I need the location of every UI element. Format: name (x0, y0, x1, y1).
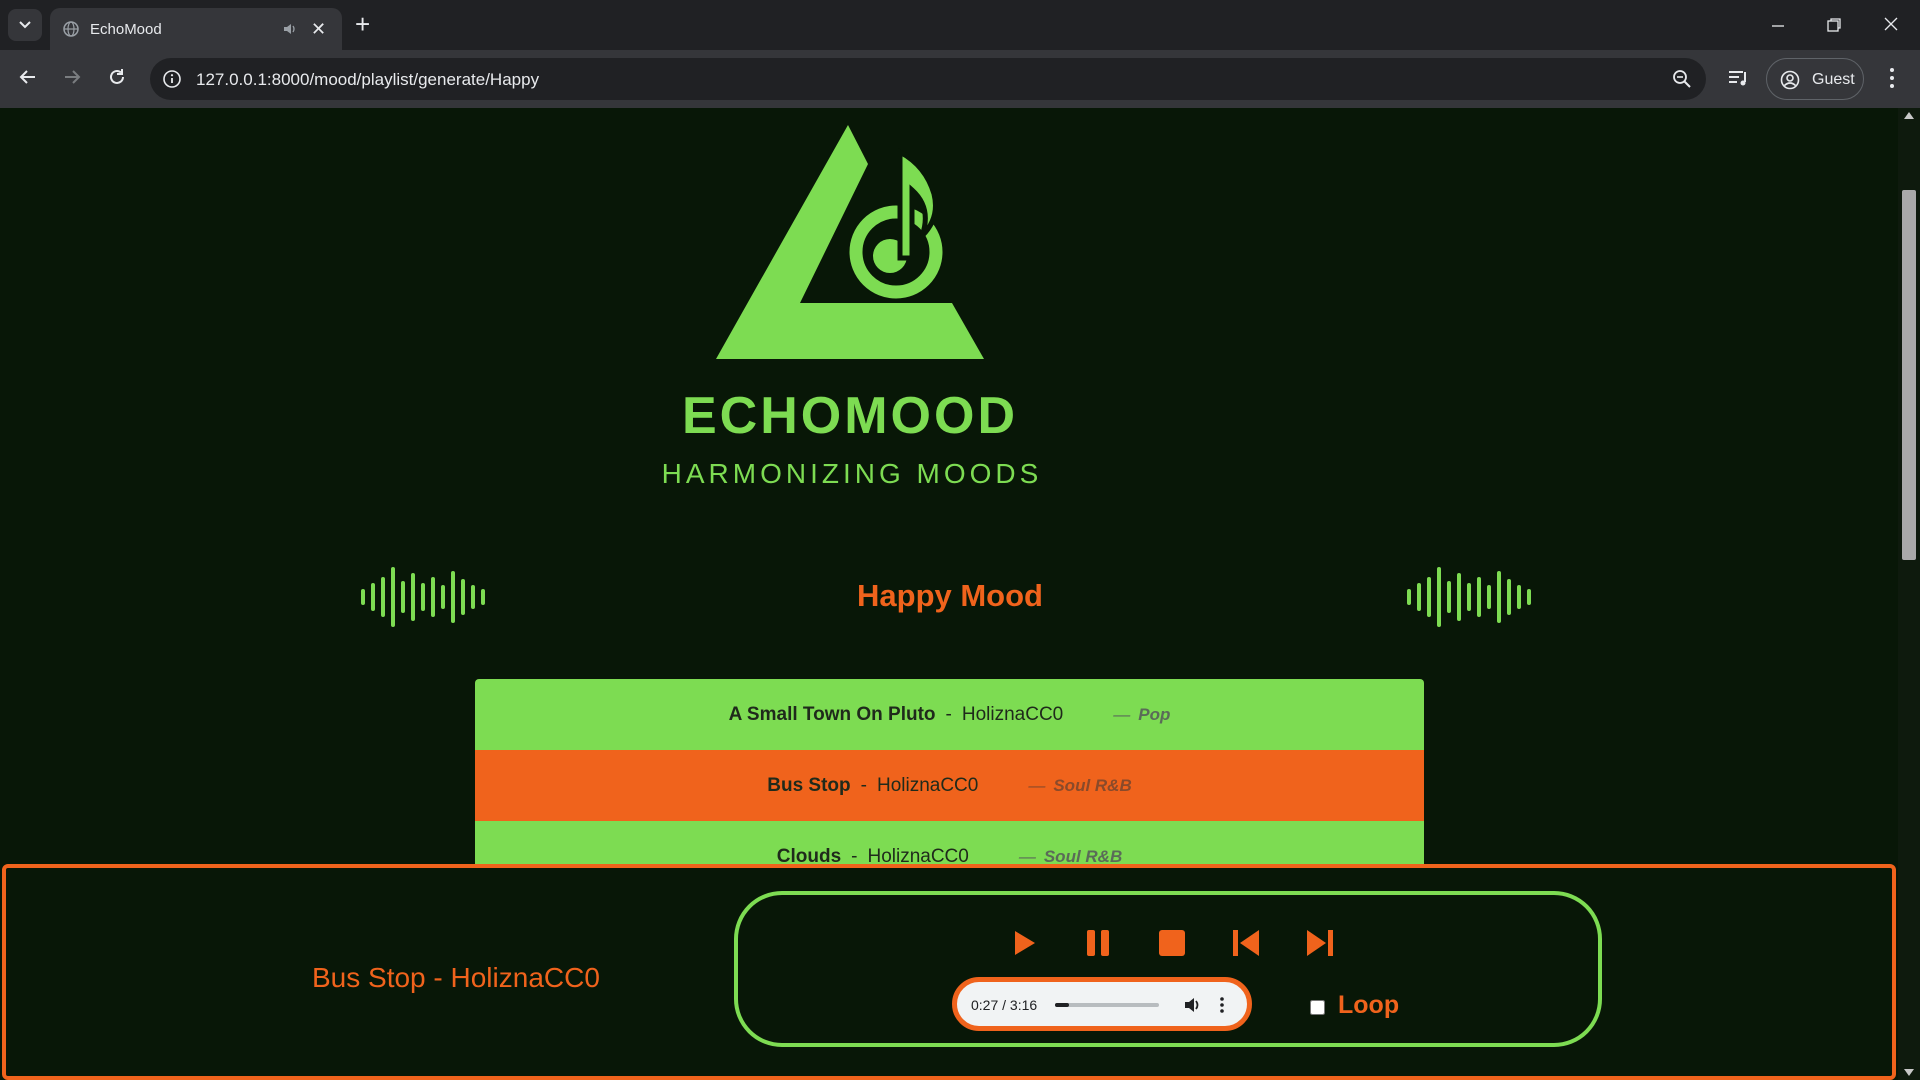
browser-tab[interactable]: EchoMood ✕ (50, 8, 342, 50)
tab-search-button[interactable] (8, 9, 42, 41)
brand-tagline: HARMONIZING MOODS (661, 458, 1043, 489)
playlist-item-active[interactable]: Bus Stop - HoliznaCC0 — Soul R&B (475, 750, 1424, 821)
browser-menu-icon[interactable] (1886, 66, 1898, 90)
forward-arrow-icon[interactable] (62, 67, 82, 87)
volume-icon[interactable] (1183, 995, 1203, 1015)
now-playing-label: Bus Stop - HoliznaCC0 (312, 962, 600, 993)
song-title: Bus Stop (767, 774, 851, 796)
seek-slider[interactable] (1055, 1003, 1159, 1007)
scroll-down-icon[interactable] (1904, 1069, 1914, 1076)
separator: - (945, 703, 952, 725)
previous-button[interactable] (1228, 925, 1264, 961)
new-tab-icon[interactable]: + (355, 10, 370, 38)
song-genre: — Soul R&B (1028, 775, 1132, 795)
restore-icon[interactable] (1826, 17, 1842, 33)
audio-playing-icon[interactable] (282, 21, 298, 37)
play-icon (1015, 931, 1035, 955)
play-button[interactable] (1006, 925, 1042, 961)
song-artist: HoliznaCC0 (961, 703, 1064, 725)
music-player: Bus Stop - HoliznaCC0 0:27 / 3:16 Loop (2, 864, 1896, 1080)
player-controls: 0:27 / 3:16 Loop (734, 891, 1602, 1047)
browser-tab-strip: EchoMood ✕ + (0, 0, 1920, 50)
skip-next-icon (1307, 930, 1333, 956)
skip-previous-icon (1233, 930, 1259, 956)
separator: - (860, 774, 867, 796)
close-window-icon[interactable] (1883, 16, 1899, 32)
scroll-up-icon[interactable] (1904, 112, 1914, 119)
zoom-icon[interactable] (1672, 69, 1692, 89)
reload-icon[interactable] (107, 67, 127, 87)
profile-icon (1780, 70, 1800, 90)
next-button[interactable] (1302, 925, 1338, 961)
globe-icon (63, 21, 79, 37)
stop-button[interactable] (1154, 925, 1190, 961)
time-display: 0:27 / 3:16 (971, 997, 1038, 1013)
mood-title: Happy Mood (857, 578, 1043, 613)
browser-toolbar: 127.0.0.1:8000/mood/playlist/generate/Ha… (0, 50, 1920, 108)
song-genre: — Pop (1113, 704, 1171, 724)
profile-button[interactable]: Guest (1766, 58, 1864, 100)
minimize-icon[interactable] (1770, 18, 1786, 34)
song-title: A Small Town On Pluto (728, 703, 936, 725)
media-control-icon[interactable] (1727, 68, 1749, 88)
playlist-item[interactable]: A Small Town On Pluto - HoliznaCC0 — Pop (475, 679, 1424, 750)
tab-title: EchoMood (90, 21, 162, 38)
song-artist: HoliznaCC0 (876, 774, 979, 796)
profile-label: Guest (1812, 71, 1855, 88)
echomood-logo-icon (716, 125, 984, 359)
sound-wave-icon (1407, 567, 1531, 627)
stop-icon (1159, 930, 1185, 956)
site-info-icon[interactable] (162, 69, 182, 89)
address-bar[interactable]: 127.0.0.1:8000/mood/playlist/generate/Ha… (150, 58, 1706, 100)
close-tab-icon[interactable]: ✕ (311, 19, 326, 40)
more-options-icon[interactable] (1219, 996, 1225, 1014)
scrollbar-thumb[interactable] (1902, 190, 1916, 560)
audio-element[interactable]: 0:27 / 3:16 (952, 977, 1252, 1031)
playlist: A Small Town On Pluto - HoliznaCC0 — Pop … (475, 679, 1424, 892)
pause-button[interactable] (1080, 925, 1116, 961)
brand-name: ECHOMOOD (682, 387, 1018, 445)
page-scrollbar[interactable] (1898, 108, 1920, 1080)
back-arrow-icon[interactable] (18, 67, 38, 87)
page-content: ECHOMOOD HARMONIZING MOODS Happy Mood A … (0, 108, 1898, 1080)
chevron-down-icon (19, 21, 31, 29)
pause-icon (1087, 930, 1109, 956)
loop-label: Loop (1338, 991, 1400, 1019)
loop-checkbox[interactable] (1310, 1000, 1325, 1015)
url-text[interactable]: 127.0.0.1:8000/mood/playlist/generate/Ha… (196, 70, 539, 90)
